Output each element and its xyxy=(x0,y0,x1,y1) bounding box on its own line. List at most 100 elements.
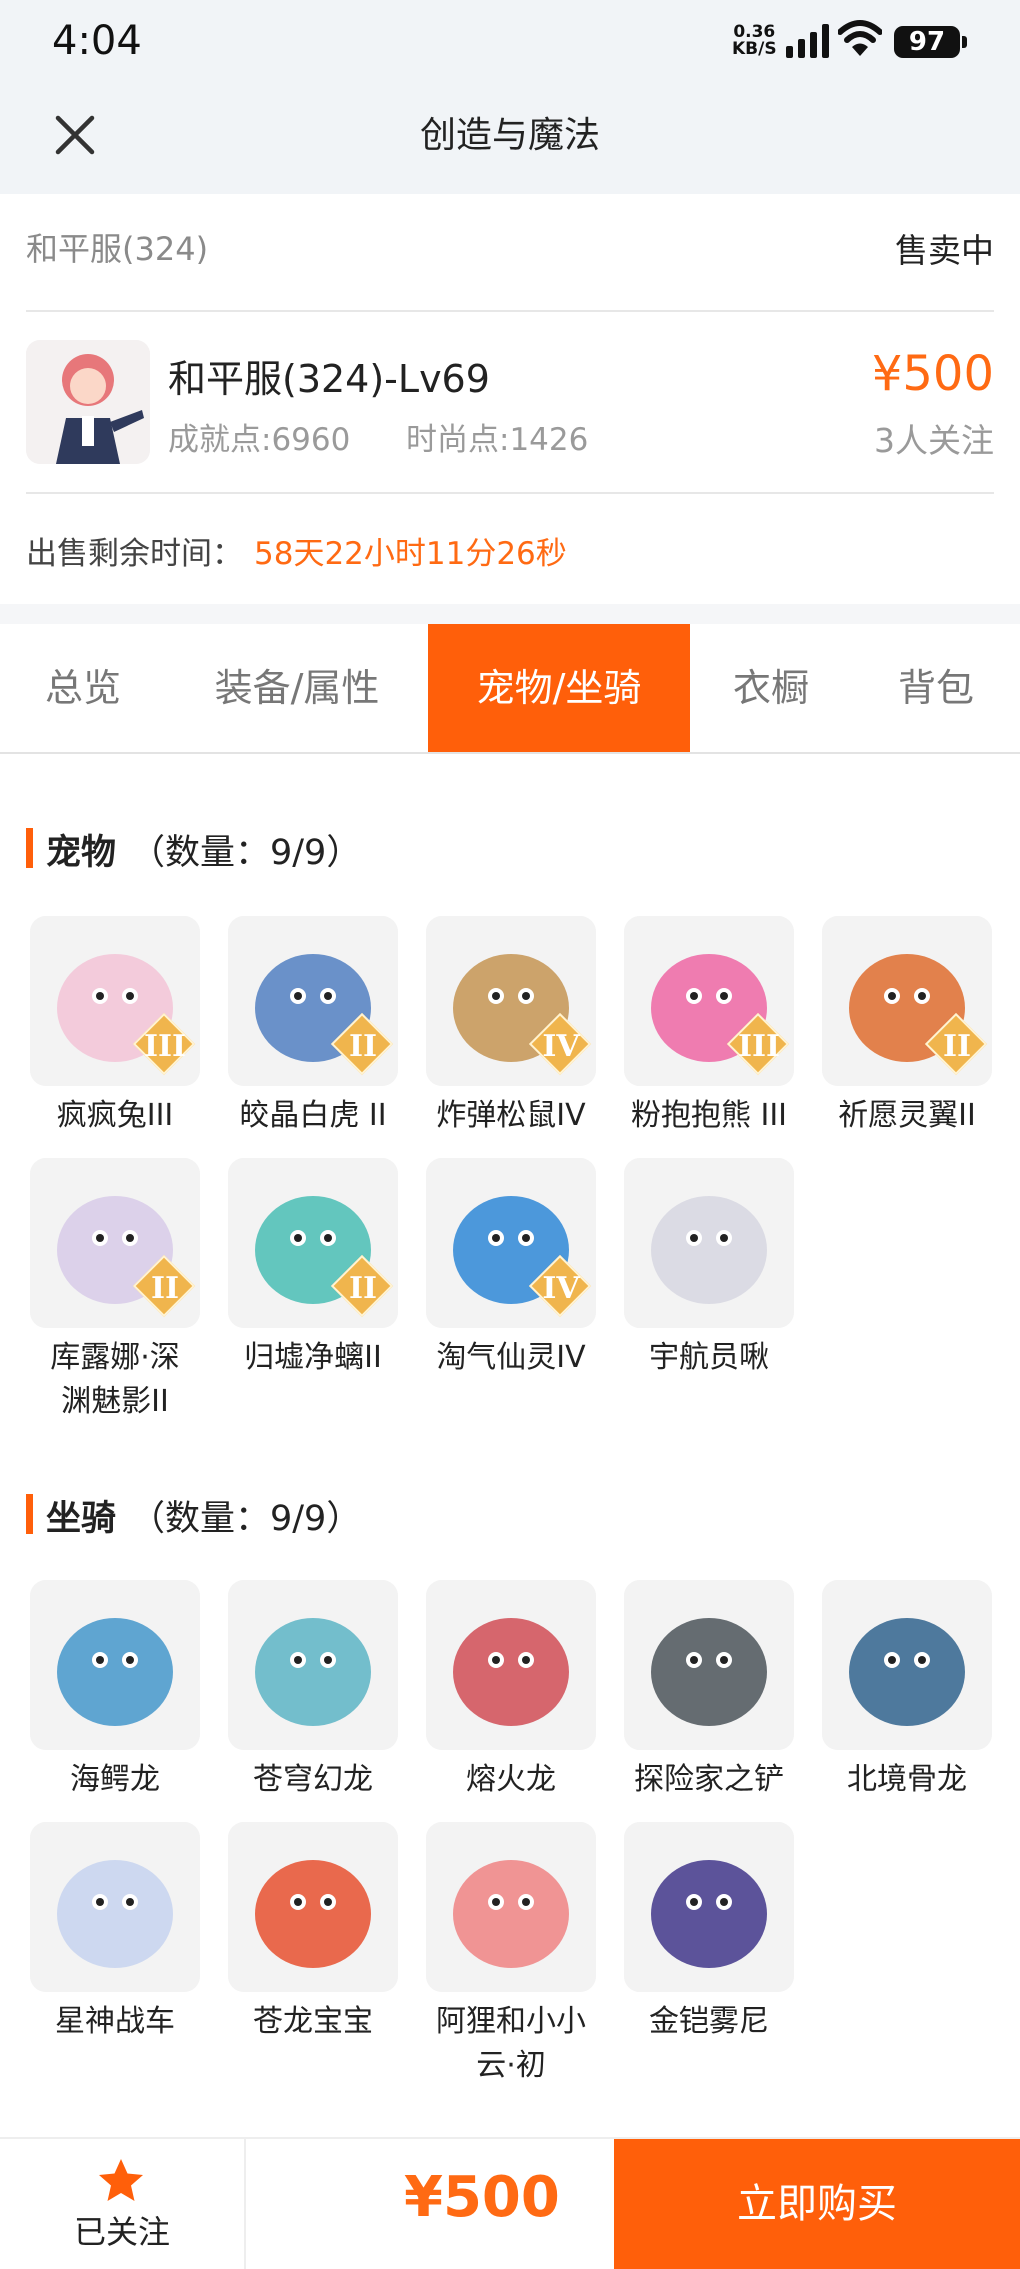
grid-item[interactable]: 熔火龙 xyxy=(412,1580,610,1802)
buy-now-button[interactable]: 立即购买 xyxy=(614,2139,1020,2269)
mounts-section-title: 坐骑 xyxy=(46,1499,117,1539)
section-gap xyxy=(0,604,1020,624)
grid-item[interactable]: IV 炸弹松鼠IV xyxy=(412,916,610,1138)
item-thumbnail: II xyxy=(228,916,398,1086)
grid-item[interactable]: 北境骨龙 xyxy=(808,1580,1006,1802)
grid-item[interactable]: 金铠雾尼 xyxy=(610,1822,808,2044)
nav-bar: 创造与魔法 xyxy=(0,84,1020,194)
fashion-points: 时尚点:1426 xyxy=(406,422,589,458)
rank-label: III xyxy=(143,1029,187,1064)
rank-label: II xyxy=(150,1271,180,1306)
item-thumbnail: III xyxy=(30,916,200,1086)
tab-bar: 总览 装备/属性 宠物/坐骑 衣橱 背包 xyxy=(0,624,1020,754)
grid-item[interactable]: II 祈愿灵翼II xyxy=(808,916,1006,1138)
follow-button[interactable]: 已关注 xyxy=(0,2139,246,2269)
item-thumbnail: IV xyxy=(426,916,596,1086)
server-row: 和平服(324) 售卖中 xyxy=(0,194,1020,310)
item-thumbnail: II xyxy=(822,916,992,1086)
grid-item[interactable]: 苍穹幻龙 xyxy=(214,1580,412,1802)
item-name: 粉抱抱熊 III xyxy=(630,1098,788,1133)
item-name: 金铠雾尼 xyxy=(649,2004,769,2039)
grid-item[interactable]: 阿狸和小小 云·初 xyxy=(412,1822,610,2088)
grid-item[interactable]: III 疯疯兔III xyxy=(16,916,214,1138)
grid-item[interactable]: 宇航员啾 xyxy=(610,1158,808,1380)
wifi-icon xyxy=(838,20,882,56)
item-name: 祈愿灵翼II xyxy=(838,1098,976,1133)
follower-count: 3人关注 xyxy=(874,421,994,460)
item-name: 炸弹松鼠IV xyxy=(436,1098,586,1133)
item-name: 疯疯兔III xyxy=(56,1098,174,1133)
remaining-time-value: 58天22小时11分26秒 xyxy=(254,536,567,572)
status-bar: 4:04 0.36 KB/S 97 xyxy=(0,0,1020,84)
remaining-time-label: 出售剩余时间： xyxy=(26,536,243,572)
follow-label: 已关注 xyxy=(73,2213,170,2251)
tab-equipment[interactable]: 装备/属性 xyxy=(166,624,428,752)
item-name: 探险家之铲 xyxy=(634,1762,784,1797)
divider xyxy=(26,310,994,312)
item-name: 北境骨龙 xyxy=(847,1762,967,1797)
sale-status: 售卖中 xyxy=(895,231,994,270)
bottom-price: ¥500 xyxy=(404,2165,560,2230)
listing-price: ¥500 xyxy=(871,346,994,402)
grid-item[interactable]: IV 淘气仙灵IV xyxy=(412,1158,610,1380)
item-name: 苍龙宝宝 xyxy=(253,2004,373,2039)
mounts-section-count: （数量：9/9） xyxy=(130,1499,362,1539)
item-thumbnail: II xyxy=(228,1158,398,1328)
item-thumbnail xyxy=(624,1158,794,1328)
grid-item[interactable]: III 粉抱抱熊 III xyxy=(610,916,808,1138)
grid-item[interactable]: II 归墟净螭II xyxy=(214,1158,412,1380)
item-thumbnail xyxy=(228,1822,398,1992)
grid-item[interactable]: 海鳄龙 xyxy=(16,1580,214,1802)
section-accent-bar xyxy=(26,828,33,868)
grid-item[interactable]: 探险家之铲 xyxy=(610,1580,808,1802)
achievement-points: 成就点:6960 xyxy=(168,422,351,458)
item-thumbnail: II xyxy=(30,1158,200,1328)
item-name: 星神战车 xyxy=(55,2004,175,2039)
rank-label: IV xyxy=(542,1271,580,1306)
pets-section-title: 宠物 xyxy=(46,833,117,873)
rank-label: II xyxy=(942,1029,972,1064)
star-icon xyxy=(99,2159,143,2201)
character-avatar xyxy=(26,340,150,464)
pets-section-count: （数量：9/9） xyxy=(130,833,362,873)
grid-item[interactable]: 苍龙宝宝 xyxy=(214,1822,412,2044)
grid-item[interactable]: II 库露娜·深 渊魅影II xyxy=(16,1158,214,1424)
tab-overview[interactable]: 总览 xyxy=(0,624,166,752)
page-title: 创造与魔法 xyxy=(419,115,600,156)
tab-pets-mounts[interactable]: 宠物/坐骑 xyxy=(428,624,690,752)
divider xyxy=(26,492,994,494)
item-thumbnail xyxy=(624,1822,794,1992)
item-name: 皎晶白虎 II xyxy=(239,1098,387,1133)
item-thumbnail: III xyxy=(624,916,794,1086)
rank-label: IV xyxy=(542,1029,580,1064)
signal-icon xyxy=(786,24,829,58)
item-name: 归墟净螭II xyxy=(244,1340,382,1375)
character-title: 和平服(324)-Lv69 xyxy=(168,357,490,401)
item-name: 阿狸和小小 云·初 xyxy=(436,2004,586,2083)
section-accent-bar xyxy=(26,1494,33,1534)
item-name: 苍穹幻龙 xyxy=(253,1762,373,1797)
server-name: 和平服(324) xyxy=(26,230,209,268)
battery-indicator: 97 xyxy=(894,26,967,58)
item-thumbnail xyxy=(624,1580,794,1750)
item-name: 海鳄龙 xyxy=(70,1762,160,1797)
item-name: 宇航员啾 xyxy=(649,1340,769,1375)
item-thumbnail: IV xyxy=(426,1158,596,1328)
grid-item[interactable]: 星神战车 xyxy=(16,1822,214,2044)
item-thumbnail xyxy=(30,1822,200,1992)
tab-backpack[interactable]: 背包 xyxy=(852,624,1020,752)
bottom-action-bar: 已关注 ¥500 立即购买 xyxy=(0,2137,1020,2269)
item-thumbnail xyxy=(426,1822,596,1992)
tab-wardrobe[interactable]: 衣橱 xyxy=(690,624,852,752)
rank-label: III xyxy=(737,1029,781,1064)
status-time: 4:04 xyxy=(52,18,142,64)
item-thumbnail xyxy=(30,1580,200,1750)
item-name: 淘气仙灵IV xyxy=(436,1340,586,1375)
item-name: 熔火龙 xyxy=(466,1762,556,1797)
network-speed: 0.36 KB/S xyxy=(732,22,777,59)
item-thumbnail xyxy=(228,1580,398,1750)
grid-item[interactable]: II 皎晶白虎 II xyxy=(214,916,412,1138)
rank-label: II xyxy=(348,1029,378,1064)
rank-label: II xyxy=(348,1271,378,1306)
item-thumbnail xyxy=(426,1580,596,1750)
